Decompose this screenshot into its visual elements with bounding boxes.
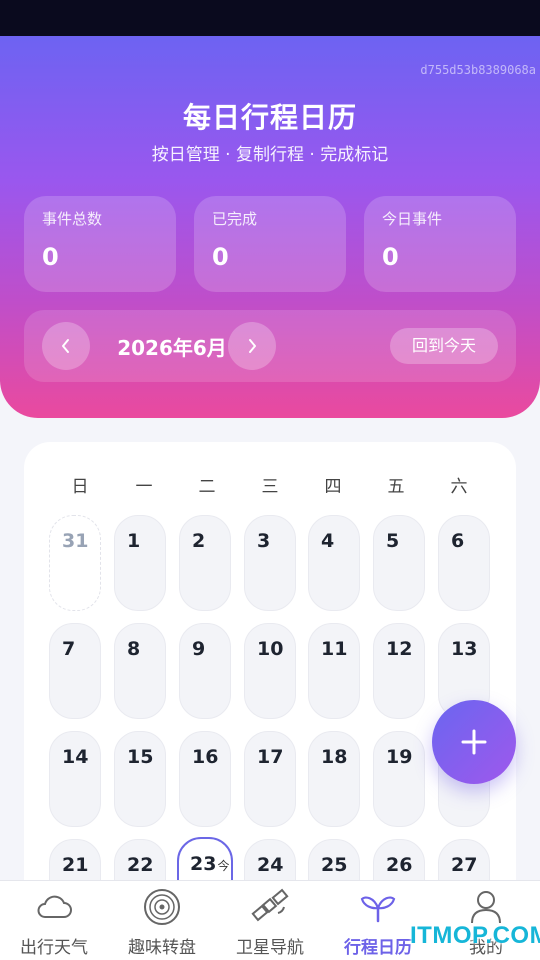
wheel-icon — [144, 889, 180, 925]
today-tag: 今 — [217, 859, 230, 873]
calendar-day[interactable]: 8 — [114, 623, 166, 719]
day-number: 11 — [321, 638, 348, 660]
weekday-label: 一 — [135, 477, 153, 497]
plus-icon — [461, 729, 487, 755]
device-id: d755d53b8389068a — [420, 63, 536, 77]
calendar-day[interactable]: 4 — [308, 515, 360, 611]
calendar-day[interactable]: 5 — [373, 515, 425, 611]
stat-label: 已完成 — [212, 210, 258, 228]
calendar-day[interactable]: 1 — [114, 515, 166, 611]
day-number: 9 — [192, 638, 206, 660]
day-number: 25 — [321, 854, 348, 876]
stat-card-total: 事件总数 0 — [24, 196, 176, 292]
weekday-label: 日 — [71, 477, 89, 497]
header: d755d53b8389068a 每日行程日历 按日管理 · 复制行程 · 完成… — [0, 36, 540, 418]
day-number: 15 — [127, 746, 154, 768]
calendar-day[interactable]: 9 — [179, 623, 231, 719]
weekday-label: 五 — [387, 477, 405, 497]
day-number: 31 — [62, 530, 89, 552]
calendar-day[interactable]: 19 — [373, 731, 425, 827]
day-number: 12 — [386, 638, 413, 660]
day-number: 23 — [190, 853, 217, 875]
day-number: 1 — [127, 530, 141, 552]
day-number: 27 — [451, 854, 478, 876]
tab-label: 卫星导航 — [236, 938, 304, 958]
calendar-day[interactable]: 18 — [308, 731, 360, 827]
day-number: 26 — [386, 854, 413, 876]
day-number: 16 — [192, 746, 219, 768]
day-number: 5 — [386, 530, 400, 552]
page-subtitle: 按日管理 · 复制行程 · 完成标记 — [151, 145, 389, 165]
calendar-day[interactable]: 10 — [244, 623, 296, 719]
calendar-day[interactable]: 15 — [114, 731, 166, 827]
calendar-day[interactable]: 17 — [244, 731, 296, 827]
calendar-day[interactable]: 6 — [438, 515, 490, 611]
calendar-day[interactable]: 2 — [179, 515, 231, 611]
stat-card-completed: 已完成 0 — [194, 196, 346, 292]
chevron-left-icon — [62, 339, 69, 353]
status-bar — [0, 0, 540, 36]
chevron-right-icon — [249, 339, 256, 353]
tab-weather[interactable]: 出行天气 — [0, 881, 108, 960]
day-number: 10 — [257, 638, 284, 660]
day-number: 2 — [192, 530, 206, 552]
watermark: ITMOP.COM — [410, 922, 540, 949]
weekday-label: 四 — [324, 477, 342, 497]
weekday-label: 三 — [261, 477, 279, 497]
day-number: 18 — [321, 746, 348, 768]
calendar-day[interactable]: 7 — [49, 623, 101, 719]
calendar-day[interactable]: 3 — [244, 515, 296, 611]
day-number: 6 — [451, 530, 465, 552]
add-event-button[interactable] — [432, 700, 516, 784]
day-number: 19 — [386, 746, 413, 768]
tab-label: 趣味转盘 — [128, 938, 196, 958]
prev-month-button[interactable] — [42, 322, 90, 370]
page-title: 每日行程日历 — [182, 101, 357, 134]
day-number: 7 — [62, 638, 76, 660]
back-to-today-button[interactable]: 回到今天 — [390, 328, 498, 364]
calendar-day[interactable]: 14 — [49, 731, 101, 827]
calendar-day[interactable]: 11 — [308, 623, 360, 719]
current-month-label: 2026年6月 — [117, 336, 227, 360]
sprout-icon — [360, 896, 396, 923]
tab-label: 出行天气 — [20, 938, 88, 958]
stat-value: 0 — [42, 243, 59, 271]
next-month-button[interactable] — [228, 322, 276, 370]
stat-label: 今日事件 — [382, 210, 443, 228]
weekday-label: 二 — [198, 477, 216, 497]
weekday-label: 六 — [450, 477, 468, 497]
cloud-icon — [37, 895, 72, 918]
calendar-day[interactable]: 16 — [179, 731, 231, 827]
day-number: 22 — [127, 854, 154, 876]
satellite-icon — [251, 888, 289, 922]
stat-value: 0 — [382, 243, 399, 271]
tab-wheel[interactable]: 趣味转盘 — [108, 881, 216, 960]
day-number: 8 — [127, 638, 141, 660]
day-number: 3 — [257, 530, 271, 552]
stat-value: 0 — [212, 243, 229, 271]
day-number: 21 — [62, 854, 89, 876]
calendar-day-outside[interactable]: 31 — [49, 515, 101, 611]
day-number: 17 — [257, 746, 284, 768]
stat-card-today: 今日事件 0 — [364, 196, 516, 292]
stat-label: 事件总数 — [42, 210, 103, 228]
user-icon — [471, 891, 501, 924]
day-number: 14 — [62, 746, 89, 768]
day-number: 4 — [321, 530, 335, 552]
calendar-day[interactable]: 12 — [373, 623, 425, 719]
tab-satellite[interactable]: 卫星导航 — [216, 881, 324, 960]
month-navigator: 2026年6月 回到今天 — [24, 310, 516, 382]
day-number: 24 — [257, 854, 284, 876]
day-number: 13 — [451, 638, 478, 660]
